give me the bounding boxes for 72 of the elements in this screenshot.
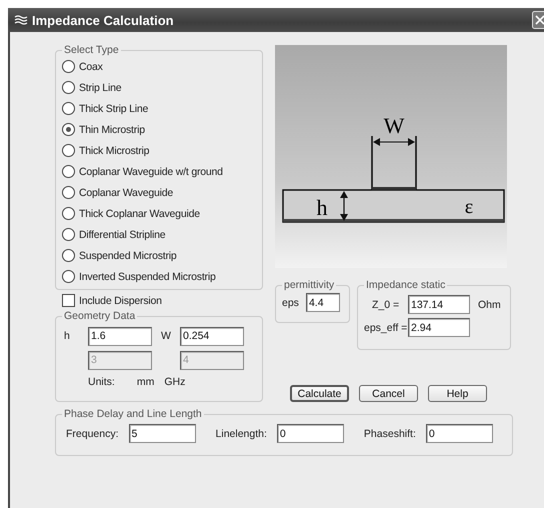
group-label: permittivity xyxy=(283,279,336,291)
dialog-button[interactable]: Help xyxy=(428,385,487,402)
radio-option[interactable]: Coax xyxy=(62,56,256,77)
checkbox[interactable] xyxy=(62,294,75,307)
radio-option[interactable]: Differential Stripline xyxy=(62,224,256,245)
radio-button[interactable] xyxy=(62,165,75,178)
height-arrow xyxy=(340,191,348,221)
option-label: Coplanar Waveguide xyxy=(79,186,174,198)
input-field[interactable]: 1.6 xyxy=(88,326,152,346)
width-arrow xyxy=(373,138,415,146)
option-label: Inverted Suspended Microstrip xyxy=(79,270,216,282)
field-label: eps_eff = xyxy=(364,322,408,334)
radio-option[interactable]: Coplanar Waveguide xyxy=(62,182,256,203)
field-label: Linelength: xyxy=(216,428,267,440)
field-label: Frequency: xyxy=(66,428,119,440)
unit-text: mm xyxy=(136,376,154,388)
option-label: Thin Microstrip xyxy=(79,124,145,136)
close-icon[interactable] xyxy=(532,11,544,29)
field-label: h xyxy=(63,330,71,342)
radio-option[interactable]: Thick Coplanar Waveguide xyxy=(62,203,256,224)
radio-option[interactable]: Coplanar Waveguide w/t ground xyxy=(62,161,256,182)
unit-text: GHz xyxy=(164,376,186,388)
field-label: eps xyxy=(282,296,299,308)
input-field[interactable]: 0.254 xyxy=(180,326,244,346)
width-label: W xyxy=(384,113,404,138)
input-field[interactable]: 0 xyxy=(276,424,344,443)
group-label: Phase Delay and Line Length xyxy=(63,408,203,420)
units-label: Units: xyxy=(88,376,115,388)
group-label: Select Type xyxy=(63,44,120,56)
option-label: Coplanar Waveguide w/t ground xyxy=(79,166,223,178)
strip-drawing xyxy=(371,135,417,191)
radio-option[interactable]: Thick Microstrip xyxy=(62,140,256,161)
checkbox-label: Include Dispersion xyxy=(79,294,162,306)
group-label: Impedance static xyxy=(365,279,446,291)
dialog-button[interactable]: Cancel xyxy=(359,385,418,402)
option-label: Coax xyxy=(79,60,103,72)
group-label: Geometry Data xyxy=(63,310,136,322)
field-label: Phaseshift: xyxy=(364,428,416,440)
radio-button[interactable] xyxy=(62,60,75,73)
radio-button[interactable] xyxy=(62,249,75,262)
permittivity-symbol: ε xyxy=(464,196,474,218)
height-label: h xyxy=(316,195,328,220)
option-label: Thick Microstrip xyxy=(79,144,150,156)
wave-icon xyxy=(14,15,28,25)
option-label: Thick Coplanar Waveguide xyxy=(79,208,200,220)
radio-button[interactable] xyxy=(62,186,75,199)
input-field[interactable]: 4.4 xyxy=(306,293,340,312)
radio-button[interactable] xyxy=(62,144,75,157)
unit-text: Ohm xyxy=(478,298,501,310)
radio-option[interactable]: Suspended Microstrip xyxy=(62,245,256,266)
field-label: Z_0 = xyxy=(371,298,400,310)
option-label: Suspended Microstrip xyxy=(79,250,177,262)
window-title: Impedance Calculation xyxy=(32,12,175,28)
radio-button[interactable] xyxy=(62,81,75,94)
input-field[interactable]: 137.14 xyxy=(408,295,470,314)
option-label: Differential Stripline xyxy=(79,228,166,240)
field-label: W xyxy=(160,330,172,342)
radio-button[interactable] xyxy=(62,123,75,136)
radio-button[interactable] xyxy=(62,102,75,115)
radio-button[interactable] xyxy=(62,207,75,220)
option-label: Strip Line xyxy=(79,82,122,94)
option-label: Thick Strip Line xyxy=(79,102,148,114)
radio-option[interactable]: Strip Line xyxy=(62,77,256,98)
radio-option[interactable]: Thick Strip Line xyxy=(62,98,256,119)
dialog-button[interactable]: Calculate xyxy=(290,385,349,402)
input-field[interactable]: 0 xyxy=(426,424,493,443)
input-field[interactable]: 5 xyxy=(128,424,196,443)
radio-option[interactable]: Thin Microstrip xyxy=(62,119,256,140)
input-field[interactable]: 2.94 xyxy=(408,318,470,337)
radio-button[interactable] xyxy=(62,270,75,283)
radio-option[interactable]: Inverted Suspended Microstrip xyxy=(62,266,256,287)
radio-button[interactable] xyxy=(62,228,75,241)
